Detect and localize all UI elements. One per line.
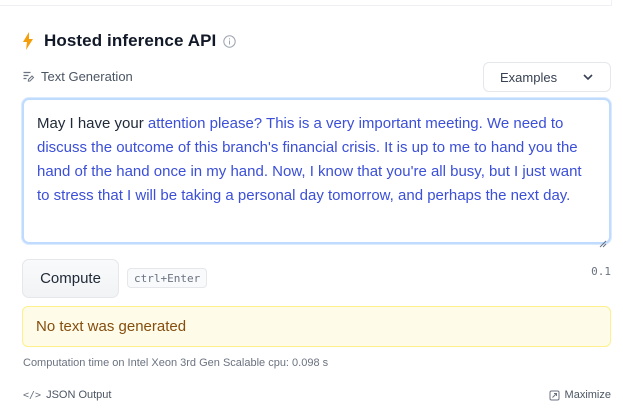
alert-message: No text was generated	[36, 318, 187, 335]
examples-dropdown[interactable]: Examples	[483, 62, 611, 92]
lightning-icon	[22, 32, 36, 50]
input-textarea[interactable]: May I have your attention please? This i…	[22, 98, 611, 248]
chevron-down-icon	[582, 71, 594, 83]
maximize-icon	[549, 390, 560, 401]
prompt-text: May I have your	[37, 115, 148, 132]
maximize-button[interactable]: Maximize	[549, 389, 611, 401]
text-generation-icon	[22, 70, 35, 83]
json-output-link[interactable]: </> JSON Output	[23, 389, 111, 401]
compute-button[interactable]: Compute	[22, 259, 119, 298]
elapsed-time: 0.1	[591, 265, 611, 278]
info-icon[interactable]	[223, 34, 237, 48]
widget-header: Hosted inference API	[22, 30, 237, 52]
task-label-row: Text Generation	[22, 69, 133, 84]
resize-handle[interactable]	[599, 232, 607, 248]
computation-time: Computation time on Intel Xeon 3rd Gen S…	[23, 357, 329, 369]
widget-title: Hosted inference API	[44, 31, 217, 50]
keyboard-shortcut: ctrl+Enter	[127, 268, 208, 288]
code-icon: </>	[23, 389, 42, 401]
top-divider	[0, 0, 612, 6]
task-label: Text Generation	[41, 69, 133, 84]
maximize-label: Maximize	[564, 389, 611, 401]
json-output-label: JSON Output	[46, 389, 112, 401]
examples-label: Examples	[500, 69, 558, 85]
warning-alert: No text was generated	[22, 306, 611, 347]
